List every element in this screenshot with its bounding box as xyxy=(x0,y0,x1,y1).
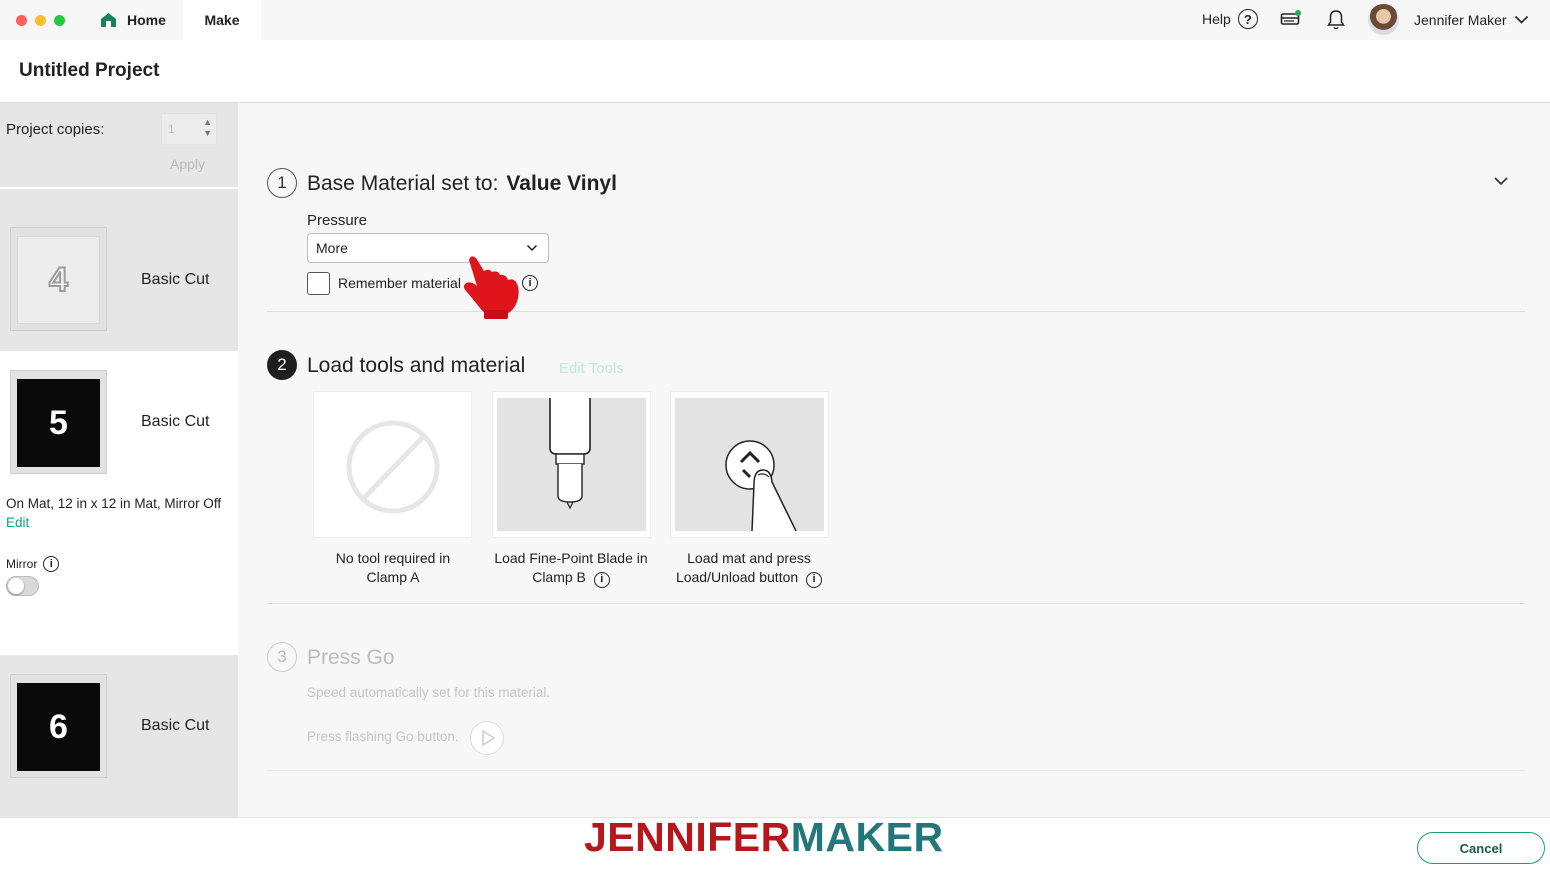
mat-number: 6 xyxy=(17,683,100,771)
mirror-toggle[interactable] xyxy=(6,576,39,596)
clamp-a-line2: Clamp A xyxy=(366,569,420,585)
info-icon[interactable]: i xyxy=(522,275,538,291)
mat-cut-label: Basic Cut xyxy=(141,717,210,734)
home-icon xyxy=(101,13,116,27)
project-copies-label: Project copies: xyxy=(6,121,105,138)
close-window-button[interactable] xyxy=(16,15,27,26)
help-icon: ? xyxy=(1237,9,1258,29)
avatar[interactable] xyxy=(1368,4,1399,35)
load-tools-heading: Load tools and material xyxy=(307,354,526,377)
mat-thumbnail[interactable]: 6 xyxy=(10,674,107,778)
mat-number: 4 xyxy=(17,236,100,324)
remember-material-checkbox[interactable] xyxy=(307,272,330,295)
mat-cut-label: Basic Cut xyxy=(141,413,210,430)
base-material-heading: Base Material set to: Value Vinyl xyxy=(307,172,617,196)
clamp-b-line1: Load Fine-Point Blade in xyxy=(494,550,648,566)
load-mat-caption: Load mat and press Load/Unload button i xyxy=(649,549,849,588)
cancel-button[interactable]: Cancel xyxy=(1417,832,1545,864)
machine-icon[interactable] xyxy=(1280,9,1302,29)
pressure-value: More xyxy=(316,240,348,256)
tab-make[interactable]: Make xyxy=(183,0,261,40)
info-icon[interactable]: i xyxy=(806,571,823,588)
tab-home-label: Home xyxy=(127,12,166,28)
clamp-b-caption: Load Fine-Point Blade in Clamp B i xyxy=(471,549,671,588)
clamp-a-caption: No tool required in Clamp A xyxy=(293,549,493,587)
title-bar: Home Make Help ? Jennifer Maker xyxy=(0,0,1550,40)
load-unload-image xyxy=(675,398,824,532)
bell-icon[interactable] xyxy=(1326,9,1346,31)
hand-pointer-icon xyxy=(463,256,519,319)
chevron-down-icon xyxy=(526,244,538,252)
step-2-number: 2 xyxy=(267,350,297,380)
make-steps-panel: 1 Base Material set to: Value Vinyl Press… xyxy=(238,103,1550,817)
fine-point-blade-image xyxy=(497,398,646,531)
mat-settings-text: On Mat, 12 in x 12 in Mat, Mirror Off xyxy=(6,496,222,511)
brand-part1: JENNIFER xyxy=(584,814,791,860)
info-icon[interactable]: i xyxy=(593,571,610,588)
speed-note: Speed automatically set for this materia… xyxy=(307,685,551,700)
section-divider xyxy=(267,770,1525,771)
mirror-label: Mirror xyxy=(6,557,38,571)
mat-cut-label: Basic Cut xyxy=(141,271,210,288)
tool-card-load-mat xyxy=(670,391,829,538)
toggle-knob xyxy=(8,578,24,594)
edit-mat-link[interactable]: Edit xyxy=(6,515,29,530)
tab-home[interactable]: Home xyxy=(92,0,174,40)
brand-watermark: JENNIFERMAKER xyxy=(584,817,944,858)
step-3-number: 3 xyxy=(267,642,297,672)
fine-point-blade-icon xyxy=(549,398,591,510)
help-button[interactable]: Help ? xyxy=(1202,9,1258,29)
go-button[interactable] xyxy=(470,721,504,755)
project-copies-value: 1 xyxy=(168,122,175,136)
section-divider xyxy=(267,603,1525,604)
footer-bar: JENNIFERMAKER Cancel xyxy=(0,817,1550,872)
load-mat-line2: Load/Unload button xyxy=(675,569,799,585)
play-icon xyxy=(482,729,496,747)
pressure-label: Pressure xyxy=(307,212,368,229)
page-title: Untitled Project xyxy=(19,60,160,81)
mat-sidebar: Project copies: 1 ▲ ▼ Apply 4 Basic Cut 5… xyxy=(0,103,238,817)
step-1-number: 1 xyxy=(267,168,297,198)
mat-row-4[interactable]: 4 Basic Cut xyxy=(0,189,238,351)
user-name[interactable]: Jennifer Maker xyxy=(1414,12,1507,28)
chevron-down-icon[interactable] xyxy=(1493,173,1509,189)
mat-thumbnail[interactable]: 5 xyxy=(10,370,107,474)
copies-stepper[interactable]: ▲ ▼ xyxy=(203,117,212,139)
maximize-window-button[interactable] xyxy=(54,15,65,26)
apply-button[interactable]: Apply xyxy=(170,156,205,172)
mat-number: 5 xyxy=(17,379,100,467)
help-label: Help xyxy=(1202,11,1231,27)
info-icon[interactable]: i xyxy=(43,556,60,572)
remember-material-label: Remember material xyxy=(338,275,461,291)
project-copies-input[interactable]: 1 ▲ ▼ xyxy=(161,113,217,145)
mat-thumbnail[interactable]: 4 xyxy=(10,227,107,331)
tool-card-clamp-a xyxy=(313,391,472,538)
minimize-window-button[interactable] xyxy=(35,15,46,26)
no-tool-icon xyxy=(346,420,440,514)
clamp-a-line1: No tool required in xyxy=(335,550,451,566)
edit-tools-link[interactable]: Edit Tools xyxy=(559,360,624,377)
project-copies-panel: Project copies: 1 ▲ ▼ Apply xyxy=(0,103,238,187)
tab-make-label: Make xyxy=(204,12,240,28)
project-header: Untitled Project xyxy=(0,40,1550,103)
base-material-label: Base Material set to: xyxy=(307,172,499,195)
tool-card-clamp-b xyxy=(492,391,651,538)
section-divider xyxy=(267,311,1525,312)
clamp-b-line2: Clamp B xyxy=(532,569,586,585)
load-mat-line1: Load mat and press xyxy=(687,550,811,566)
load-unload-icon xyxy=(725,440,797,532)
base-material-value[interactable]: Value Vinyl xyxy=(506,172,617,195)
press-go-heading: Press Go xyxy=(307,646,395,669)
go-instruction: Press flashing Go button. xyxy=(307,729,459,744)
brand-part2: MAKER xyxy=(790,814,944,860)
mat-row-6[interactable]: 6 Basic Cut xyxy=(0,655,238,817)
chevron-down-icon[interactable] xyxy=(1514,12,1529,27)
mirror-row: Mirror i xyxy=(6,556,60,572)
mat-row-5[interactable]: 5 Basic Cut xyxy=(0,351,238,491)
